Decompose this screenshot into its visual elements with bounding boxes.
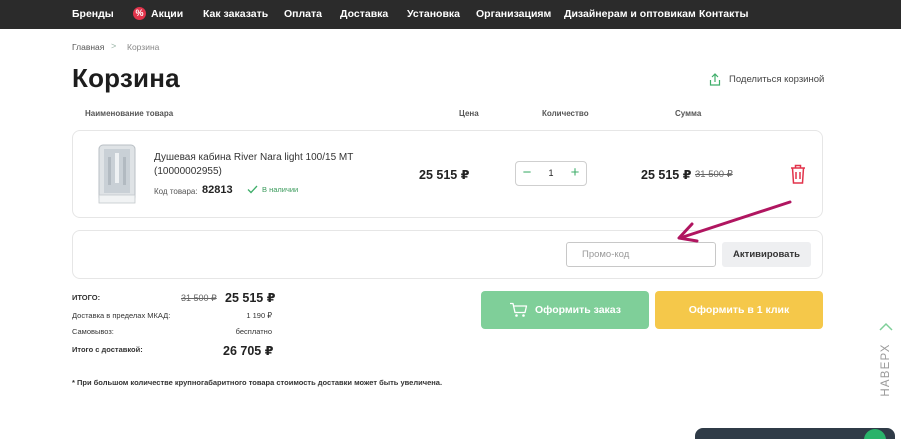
column-header-sum: Сумма xyxy=(675,109,702,118)
product-code: 82813 xyxy=(202,184,233,196)
nav-item-contacts[interactable]: Контакты xyxy=(699,0,749,29)
check-icon xyxy=(247,185,258,194)
checkout-button-label: Оформить заказ xyxy=(534,304,621,316)
quantity-decrease-button[interactable]: − xyxy=(517,162,537,185)
column-header-quantity: Количество xyxy=(542,109,589,118)
total-label: ИТОГО: xyxy=(72,293,101,302)
total-with-delivery-label: Итого с доставкой: xyxy=(72,345,143,354)
chevron-up-icon xyxy=(879,322,893,331)
pickup-value: бесплатно xyxy=(235,327,272,336)
item-old-sum: 31 500 ₽ xyxy=(695,169,733,180)
total-old-price: 31 500 ₽ xyxy=(181,293,217,303)
quantity-value[interactable]: 1 xyxy=(538,162,564,185)
quantity-increase-button[interactable]: + xyxy=(565,162,585,185)
delivery-note: * При большом количестве крупногабаритно… xyxy=(72,378,443,387)
nav-item-delivery[interactable]: Доставка xyxy=(340,0,388,29)
delivery-label: Доставка в пределах МКАД: xyxy=(72,311,171,320)
checkout-button[interactable]: Оформить заказ xyxy=(481,291,649,329)
scroll-to-top-label: НАВЕРХ xyxy=(880,343,892,397)
stock-status-label: В наличии xyxy=(262,185,299,194)
nav-item-designers[interactable]: Дизайнерам и оптовикам xyxy=(564,0,696,29)
nav-item-installation[interactable]: Установка xyxy=(407,0,460,29)
page-title: Корзина xyxy=(72,63,180,93)
delete-item-button[interactable] xyxy=(789,163,807,185)
breadcrumb-home[interactable]: Главная xyxy=(72,42,104,52)
stock-status: В наличии xyxy=(247,185,298,194)
cart-icon xyxy=(509,302,528,317)
trash-icon xyxy=(791,164,805,184)
total-with-delivery: 26 705 ₽ xyxy=(223,344,274,358)
share-cart-label: Поделиться корзиной xyxy=(729,73,825,85)
quantity-stepper: − 1 + xyxy=(515,161,587,186)
nav-item-how-to-order[interactable]: Как заказать xyxy=(203,0,268,29)
nav-item-promotions[interactable]: Акции xyxy=(151,0,183,29)
share-cart-button[interactable]: Поделиться корзиной xyxy=(709,72,824,86)
pickup-label: Самовывоз: xyxy=(72,327,114,336)
nav-item-payment[interactable]: Оплата xyxy=(284,0,322,29)
product-code-label: Код товара: xyxy=(154,187,198,196)
product-image[interactable] xyxy=(96,143,138,205)
item-price: 25 515 ₽ xyxy=(419,168,470,182)
annotation-arrow xyxy=(677,200,792,243)
one-click-order-button[interactable]: Оформить в 1 клик xyxy=(655,291,823,329)
breadcrumb-current: Корзина xyxy=(127,42,160,52)
nav-item-brands[interactable]: Бренды xyxy=(72,0,114,29)
product-name-link[interactable]: Душевая кабина River Nara light 100/15 М… xyxy=(154,151,394,179)
item-sum: 25 515 ₽ xyxy=(641,168,692,182)
percent-icon: % xyxy=(133,7,146,20)
delivery-value: 1 190 ₽ xyxy=(246,311,272,320)
total-price: 25 515 ₽ xyxy=(225,291,276,305)
top-navigation: Бренды % Акции Как заказать Оплата Доста… xyxy=(0,0,901,29)
share-icon xyxy=(709,72,721,86)
breadcrumb-separator: > xyxy=(111,41,117,51)
column-header-name: Наименование товара xyxy=(85,109,174,118)
nav-item-organizations[interactable]: Организациям xyxy=(476,0,551,29)
column-header-price: Цена xyxy=(459,109,479,118)
